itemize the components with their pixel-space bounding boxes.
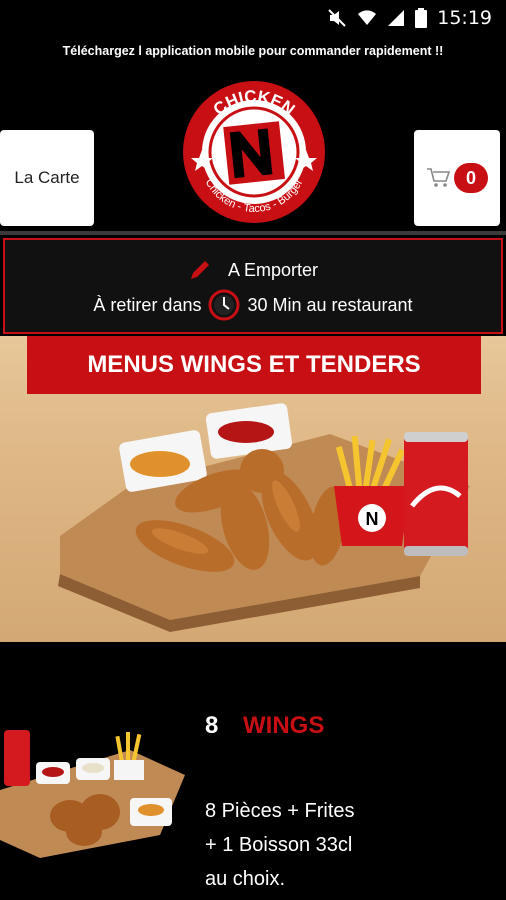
cart-count-badge: 0: [454, 163, 488, 193]
cart-button[interactable]: 0: [414, 130, 500, 226]
order-info-panel[interactable]: A Emporter À retirer dans 30 Min au rest…: [3, 238, 503, 334]
svg-text:N: N: [366, 509, 379, 529]
restaurant-logo: CHICKEN Chicken - Tacos - Burger: [183, 81, 325, 223]
clock: 15:19: [437, 7, 492, 29]
cart-icon: [427, 168, 450, 187]
clock-icon: [208, 289, 240, 321]
menu-item[interactable]: 8 WINGS 8 Pièces + Frites + 1 Boisson 33…: [0, 700, 506, 900]
pickup-time: 30 Min au restaurant: [247, 294, 413, 315]
menu-button[interactable]: La Carte: [0, 130, 94, 226]
category-banner[interactable]: N MENUS WINGS ET TENDERS: [0, 336, 506, 642]
header-divider: [0, 231, 506, 235]
header: La Carte CHICKEN Chicken - Tacos - Burge…: [0, 66, 506, 234]
wings-menu-photo: [0, 730, 185, 858]
pencil-icon: [190, 261, 209, 279]
category-title: MENUS WINGS ET TENDERS: [27, 336, 481, 394]
item-name: WINGS: [243, 712, 325, 739]
signal-icon: [388, 10, 405, 26]
pickup-prefix: À retirer dans: [93, 294, 202, 315]
wifi-icon: [358, 10, 377, 25]
item-quantity: 8: [205, 712, 219, 739]
battery-icon: [415, 8, 428, 28]
item-description: 8 Pièces + Frites + 1 Boisson 33cl au ch…: [205, 800, 355, 890]
promo-banner: Téléchargez l application mobile pour co…: [62, 44, 444, 58]
status-bar: 15:19: [0, 0, 506, 36]
mute-icon: [328, 9, 346, 27]
order-mode: A Emporter: [227, 259, 319, 280]
